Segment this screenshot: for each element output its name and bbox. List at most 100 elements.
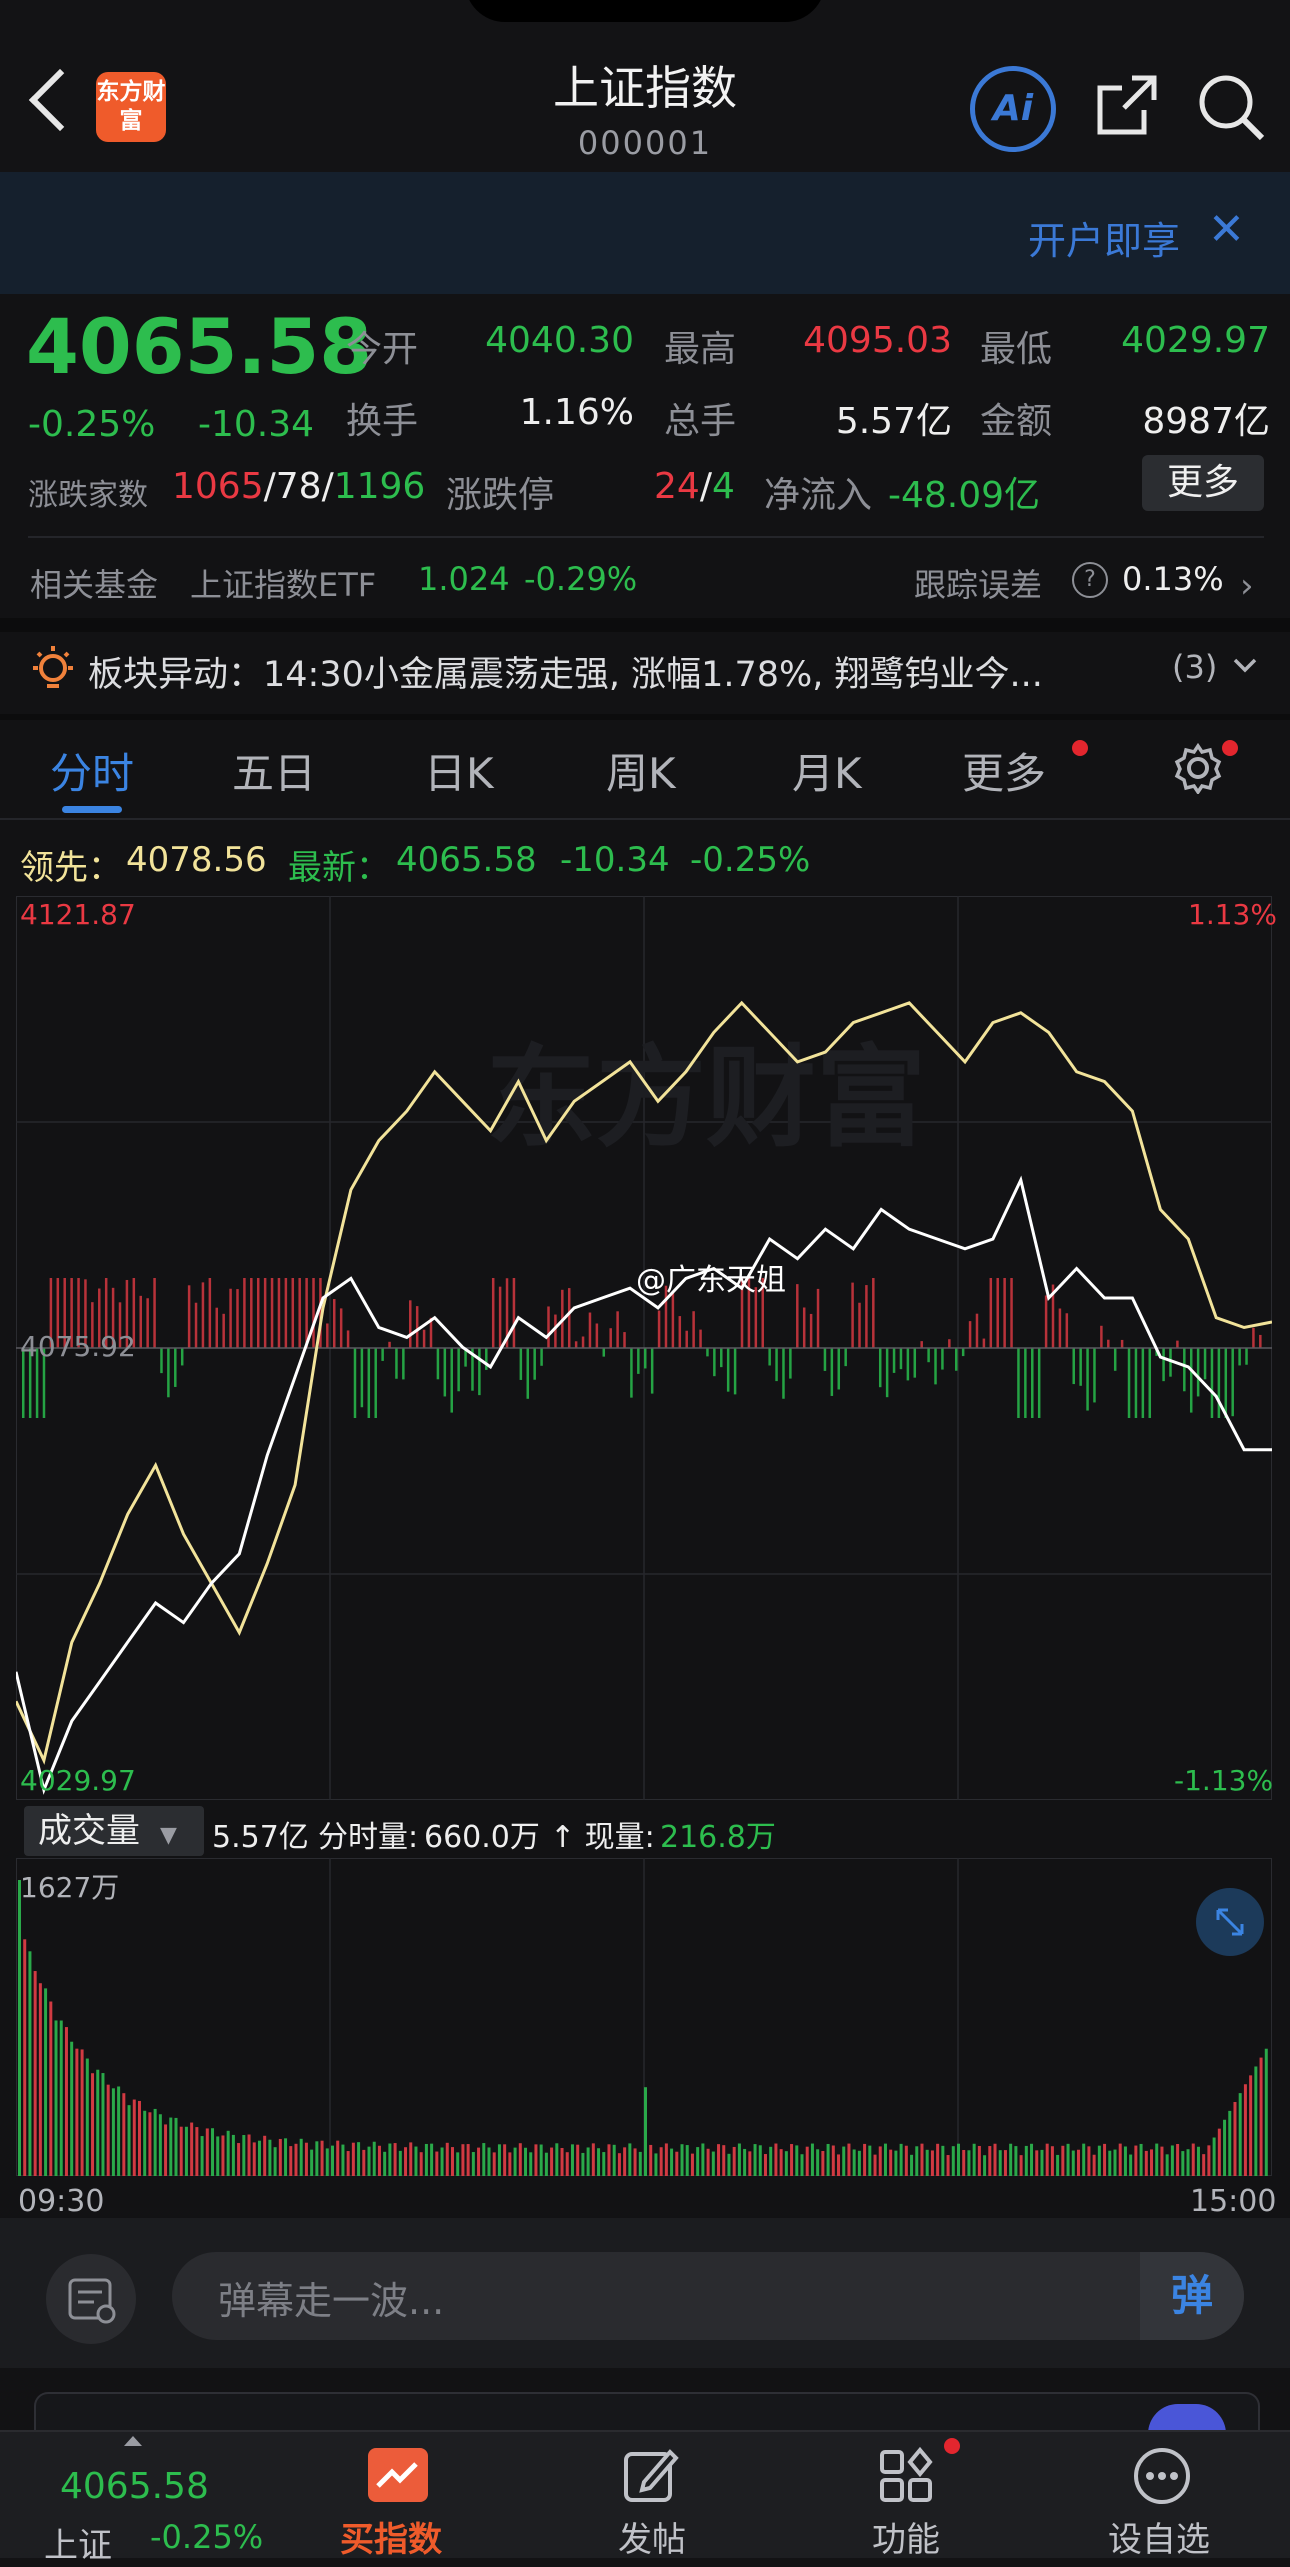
gear-icon[interactable] <box>1172 742 1224 794</box>
volume-bar <box>628 2143 632 2176</box>
volume-bar <box>331 2145 334 2176</box>
flow-bar <box>229 1288 232 1348</box>
flow-bar <box>422 1329 426 1348</box>
volume-bar <box>242 2135 246 2176</box>
expand-icon[interactable] <box>1196 1888 1264 1956</box>
volume-bar <box>38 1983 42 2176</box>
volume-bar <box>1003 2150 1007 2176</box>
fund-price: 1.024 <box>418 560 510 598</box>
volume-bar <box>847 2143 851 2176</box>
volume-bar <box>560 2148 564 2176</box>
fund-name[interactable]: 上证指数ETF <box>190 560 376 606</box>
volume-bar <box>1150 2149 1154 2176</box>
nav-post[interactable]: 发帖 <box>618 2512 686 2561</box>
volume-bar <box>64 2027 68 2176</box>
ai-button[interactable]: Ai <box>970 66 1056 152</box>
volume-bar <box>565 2152 569 2176</box>
volume-bar <box>404 2147 408 2176</box>
nav-buy-index[interactable]: 买指数 <box>340 2512 442 2561</box>
volume-bar <box>638 2151 642 2176</box>
change-percent: -0.25% <box>28 404 156 445</box>
tab-daily-k[interactable]: 日K <box>424 740 494 801</box>
tab-five-day[interactable]: 五日 <box>232 740 316 801</box>
volume-bar <box>581 2152 585 2176</box>
volume-bar <box>325 2148 329 2176</box>
nav-watchlist[interactable]: 设自选 <box>1108 2512 1210 2561</box>
volume-bar <box>1181 2151 1185 2176</box>
settings-dot <box>1222 740 1238 756</box>
tab-weekly-k[interactable]: 周K <box>606 740 676 801</box>
flow-bar <box>609 1328 612 1348</box>
axis-top-value: 4121.87 <box>20 898 136 931</box>
volume-label: 总手 <box>664 401 737 442</box>
post-icon[interactable] <box>620 2446 682 2506</box>
volume-bar <box>1160 2146 1164 2176</box>
flow-bar <box>920 1341 923 1348</box>
alert-count[interactable]: (3) <box>1172 648 1217 686</box>
flow-bar <box>263 1278 267 1348</box>
nav-index-name[interactable]: 上证 <box>44 2518 112 2567</box>
volume-bar <box>237 2143 241 2176</box>
flow-bar <box>222 1313 225 1348</box>
flow-bar <box>1141 1348 1145 1418</box>
tab-more[interactable]: 更多 <box>962 740 1046 801</box>
volume-bar <box>205 2128 209 2176</box>
share-icon[interactable] <box>1092 70 1162 140</box>
volume-bar <box>54 2020 58 2176</box>
latest-value: 4065.58 <box>396 840 537 880</box>
tab-monthly-k[interactable]: 月K <box>792 740 862 801</box>
nav-price[interactable]: 4065.58 <box>60 2466 209 2507</box>
sector-alert-text[interactable]: 板块异动：14:30小金属震荡走强, 涨幅1.78%, 翔鹭钨业今... <box>88 646 1128 697</box>
volume-bar <box>137 2100 141 2176</box>
flow-bar <box>201 1282 205 1348</box>
danmaku-placeholder[interactable]: 弹幕走一波... <box>218 2270 444 2325</box>
flow-bar <box>982 1338 986 1348</box>
volume-bar <box>1123 2146 1127 2176</box>
flow-bar <box>526 1348 530 1399</box>
tab-intraday[interactable]: 分时 <box>50 740 134 801</box>
nav-pct[interactable]: -0.25% <box>150 2518 263 2556</box>
danmaku-toggle-button[interactable]: 弹 <box>1140 2252 1244 2340</box>
flow-bar <box>996 1278 999 1348</box>
volume-bar <box>670 2148 674 2176</box>
collapsed-panel[interactable] <box>34 2392 1260 2434</box>
volume-bar <box>576 2144 580 2176</box>
flow-bar <box>1031 1348 1034 1418</box>
volume-bar <box>821 2150 825 2176</box>
volume-chart[interactable] <box>16 1858 1272 2176</box>
volume-bar <box>497 2144 501 2176</box>
chevron-down-icon[interactable] <box>1232 656 1258 676</box>
flow-bar <box>339 1308 343 1348</box>
volume-bar <box>466 2144 470 2176</box>
flow-bar <box>733 1348 737 1395</box>
more-button[interactable]: 更多 <box>1142 455 1264 511</box>
volume-bar <box>983 2155 987 2176</box>
flow-bar <box>402 1348 405 1380</box>
flow-bar <box>478 1348 481 1396</box>
volume-bar <box>1045 2143 1049 2176</box>
flow-bar <box>706 1348 709 1357</box>
volume-bar <box>753 2144 757 2176</box>
watchlist-icon[interactable] <box>1130 2444 1194 2508</box>
flow-bar <box>167 1348 170 1398</box>
volume-bar <box>690 2153 694 2176</box>
buy-index-icon[interactable] <box>368 2448 428 2502</box>
volume-bar <box>414 2146 418 2176</box>
nav-functions[interactable]: 功能 <box>872 2512 940 2561</box>
close-icon[interactable]: ✕ <box>1208 204 1245 255</box>
danmaku-settings-icon[interactable] <box>46 2254 136 2344</box>
volume-bar <box>169 2117 173 2176</box>
search-icon[interactable] <box>1194 70 1268 144</box>
promo-text[interactable]: 开户即享 <box>1028 210 1180 265</box>
help-icon[interactable]: ? <box>1072 562 1108 598</box>
functions-icon[interactable] <box>876 2446 936 2506</box>
flow-bar <box>657 1310 661 1348</box>
volume-bar <box>1223 2119 1227 2176</box>
intraday-chart[interactable]: 东方财富 @广东天姐 <box>16 896 1272 1800</box>
flow-bar <box>844 1348 847 1367</box>
volume-bar <box>810 2143 814 2176</box>
chevron-right-icon[interactable]: › <box>1240 566 1254 606</box>
volume-bar <box>1118 2143 1122 2176</box>
volume-selector[interactable]: 成交量 ▼ <box>24 1806 204 1856</box>
volume-bar <box>91 2073 95 2176</box>
